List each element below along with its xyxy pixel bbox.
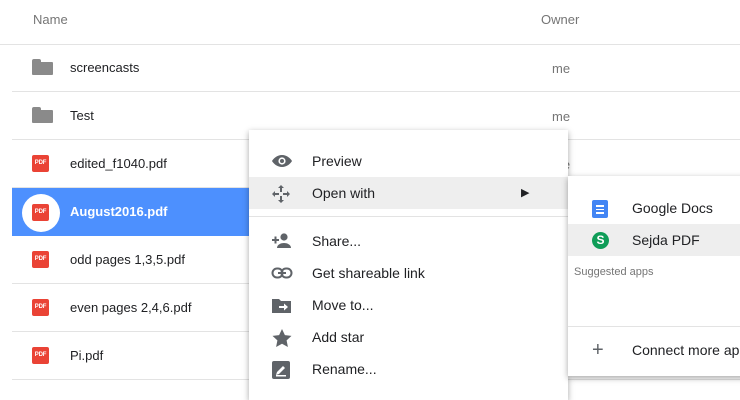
menu-divider (249, 216, 568, 217)
pdf-icon: PDF (32, 155, 49, 172)
open-with-submenu: Google Docs S Sejda PDF Suggested apps +… (568, 176, 740, 376)
google-docs-icon (592, 200, 608, 218)
move-to-folder-icon (271, 296, 291, 314)
menu-item-open-with[interactable]: Open with ▶ (249, 177, 568, 209)
file-row-screencasts[interactable]: screencasts me (12, 44, 740, 92)
menu-item-rename[interactable]: Rename... (249, 353, 568, 385)
file-name: Test (70, 108, 94, 123)
list-header: Name Owner (0, 0, 740, 45)
owner-column-header[interactable]: Owner (541, 12, 579, 27)
submenu-item-label: Sejda PDF (632, 232, 700, 248)
context-menu: Preview Open with ▶ Share... Get shareab… (249, 130, 568, 400)
menu-item-preview[interactable]: Preview (249, 145, 568, 177)
file-name: screencasts (70, 60, 140, 75)
submenu-item-google-docs[interactable]: Google Docs (568, 192, 740, 224)
pencil-icon (271, 360, 291, 379)
link-icon (271, 264, 293, 282)
menu-item-label: Move to... (312, 297, 374, 313)
file-name: Pi.pdf (70, 348, 104, 363)
menu-item-add-star[interactable]: Add star (249, 321, 568, 353)
menu-item-label: Get shareable link (312, 265, 425, 281)
eye-icon (271, 152, 292, 170)
menu-item-label: Preview (312, 153, 362, 169)
star-icon (271, 328, 292, 347)
menu-item-share[interactable]: Share... (249, 225, 568, 257)
add-person-icon (271, 232, 291, 250)
pdf-icon: PDF (32, 204, 49, 221)
menu-item-label: Share... (312, 233, 362, 249)
file-owner: me (552, 61, 571, 76)
menu-item-get-link[interactable]: Get shareable link (249, 257, 568, 289)
name-column-header[interactable]: Name (33, 12, 68, 27)
sejda-icon: S (592, 232, 609, 249)
file-owner: me (552, 109, 571, 124)
menu-item-label: Add star (312, 329, 365, 345)
submenu-item-label: Connect more apps (632, 342, 740, 358)
file-name: odd pages 1,3,5.pdf (70, 252, 185, 267)
submenu-item-label: Google Docs (632, 200, 713, 216)
pdf-icon: PDF (32, 347, 49, 364)
menu-item-label: Open with (312, 185, 376, 201)
file-name: August2016.pdf (70, 204, 168, 219)
pdf-icon: PDF (32, 299, 49, 316)
folder-icon (32, 59, 53, 75)
move-arrows-icon (271, 184, 291, 203)
file-name: edited_f1040.pdf (70, 156, 167, 171)
menu-item-label: Rename... (312, 361, 377, 377)
submenu-divider (568, 326, 740, 327)
pdf-icon: PDF (32, 251, 49, 268)
suggested-apps-label: Suggested apps (574, 266, 654, 278)
folder-icon (32, 107, 53, 123)
chevron-right-icon: ▶ (521, 187, 530, 199)
plus-icon: + (592, 339, 604, 361)
submenu-item-connect-more[interactable]: + Connect more apps (568, 334, 740, 366)
menu-item-move-to[interactable]: Move to... (249, 289, 568, 321)
submenu-item-sejda-pdf[interactable]: S Sejda PDF (568, 224, 740, 256)
file-name: even pages 2,4,6.pdf (70, 300, 192, 315)
